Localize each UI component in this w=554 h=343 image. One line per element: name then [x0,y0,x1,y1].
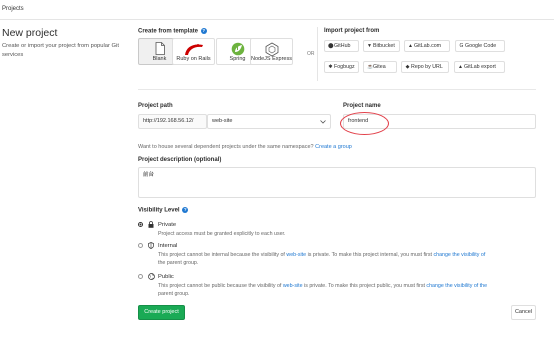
visibility-public-radio[interactable] [138,274,143,279]
or-separator: OR [307,51,315,57]
create-group-link[interactable]: Create a group [315,144,352,150]
import-gitea-button[interactable]: ☕Gitea [363,61,397,73]
gitea-icon: ☕ [367,64,374,70]
project-name-label: Project name [343,103,381,109]
import-label: Gitea [373,64,386,70]
page-title: New project [2,27,58,39]
blank-page-icon [155,42,165,55]
template-label: NodeJS Express [251,56,292,62]
chevron-down-icon [320,120,326,124]
desc-text: This project cannot be public because th… [158,283,283,289]
desc-text: This project cannot be internal because … [158,252,287,258]
desc-text: is private. To make this project interna… [306,252,434,258]
git-icon: ◆ [405,64,410,70]
topbar-title: Projects [2,6,24,12]
import-label: Fogbugz [334,64,355,70]
import-gitlab-button[interactable]: ▲GitLab.com [404,40,450,52]
divider [317,27,318,81]
import-fogbugz-button[interactable]: ✱Fogbugz [324,61,359,73]
description-textarea[interactable]: 前台 [138,167,536,198]
import-label: Bitbucket [373,43,395,49]
import-heading: Import project from [324,28,380,34]
group-link[interactable]: web-site [283,283,303,289]
change-visibility-link[interactable]: change the visibility of the [426,283,487,289]
spring-icon [231,42,244,56]
import-label: GitLab export [464,64,496,70]
namespace-hint-text: Want to house several dependent projects… [138,144,314,150]
shield-icon [148,242,154,249]
visibility-private-radio[interactable] [138,222,143,227]
github-icon: ⬤ [328,43,334,49]
visibility-label: Visibility Level [138,207,180,214]
gitlab-icon: ▲ [408,43,413,49]
top-bar: Projects [0,0,554,20]
change-visibility-link[interactable]: change the visibility of [433,252,485,258]
create-project-button[interactable]: Create project [138,305,185,320]
template-heading-label: Create from template [138,28,199,35]
path-prefix: http://192.168.56.12/ [138,114,207,129]
import-label: GitLab.com [414,43,442,49]
google-icon: G [459,43,464,49]
description-label: Project description (optional) [138,157,222,163]
visibility-internal-radio[interactable] [138,243,143,248]
import-github-button[interactable]: ⬤GitHub [324,40,359,52]
visibility-heading: Visibility Level ? [138,207,189,214]
bitbucket-icon: ▼ [367,43,372,49]
import-bitbucket-button[interactable]: ▼Bitbucket [363,40,400,52]
template-heading: Create from template ? [138,28,207,35]
project-path-label: Project path [138,103,173,109]
globe-icon [148,273,155,280]
visibility-internal-desc-line2: the parent group. [158,260,199,266]
rails-icon [184,44,203,55]
help-icon[interactable]: ? [200,28,207,34]
import-label: Google Code [465,43,497,49]
template-node-express[interactable]: NodeJS Express [250,38,293,65]
import-label: Repo by URL [411,64,443,70]
page-description: Create or import your project from popul… [2,43,119,58]
lock-icon [148,221,154,228]
desc-text: is private. To make this project public,… [302,283,427,289]
visibility-public-title: Public [158,274,174,280]
visibility-internal-title: Internal [158,243,178,249]
cancel-button[interactable]: Cancel [511,305,536,320]
annotation-circle [340,112,389,135]
import-gitlab-export-button[interactable]: ▲GitLab export [454,61,505,73]
namespace-value: web-site [212,118,233,124]
import-google-code-button[interactable]: G Google Code [455,40,505,52]
group-link[interactable]: web-site [286,252,306,258]
section-divider [138,89,536,90]
namespace-select[interactable]: web-site [207,114,331,129]
visibility-internal-desc: This project cannot be internal because … [158,251,485,259]
namespace-hint: Want to house several dependent projects… [138,144,352,150]
help-icon[interactable]: ? [182,207,189,213]
node-icon [265,42,278,57]
template-rails[interactable]: Ruby on Rails [172,38,215,65]
visibility-private-desc: Project access must be granted explicitl… [158,231,286,237]
visibility-private-title: Private [158,222,177,228]
bug-icon: ✱ [328,64,333,70]
template-label: Ruby on Rails [176,56,211,62]
import-label: GitHub [334,43,351,49]
visibility-public-desc-line2: parent group. [158,291,190,297]
visibility-public-desc: This project cannot be public because th… [158,282,487,290]
import-repo-url-button[interactable]: ◆ Repo by URL [401,61,449,73]
gitlab-icon: ▲ [458,64,463,70]
